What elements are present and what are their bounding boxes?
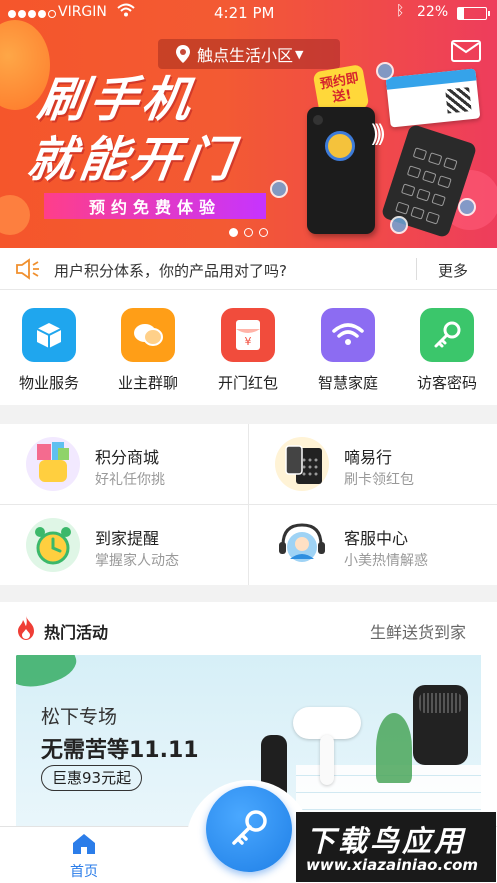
quick-action-door-red-envelope[interactable]: ¥ 开门红包 (203, 308, 293, 393)
quick-action-owner-chat[interactable]: 业主群聊 (103, 308, 193, 393)
pager-dot[interactable] (229, 228, 238, 237)
mail-icon[interactable] (451, 40, 481, 62)
key-icon (232, 810, 267, 845)
card-reader-icon (275, 437, 329, 491)
feature-title: 到家提醒 (95, 529, 160, 548)
hairdryer-handle (320, 735, 334, 785)
feature-subtitle: 刷卡领红包 (344, 472, 414, 488)
speaker-icon (16, 258, 39, 280)
banner-headline: 刷手机 就能开门 (23, 70, 249, 190)
feature-home-reminder[interactable]: 到家提醒 掌握家人动态 (0, 505, 248, 585)
feature-di-yi-xing[interactable]: 嘀易行 刷卡领红包 (249, 424, 497, 504)
feature-subtitle: 掌握家人动态 (95, 553, 179, 569)
promo-headline: 无需苦等11.11 (41, 738, 199, 763)
nfc-waves-icon: ))) (370, 120, 386, 148)
headset-agent-icon (275, 518, 329, 572)
chevron-down-icon: ▼ (295, 47, 304, 61)
location-name: 触点生活小区 (197, 46, 294, 65)
notice-more-link[interactable]: 更多 (438, 260, 468, 281)
promo-banner[interactable]: VIRGIN 4:21 PM ᛒ 22% 触点生活小区 ▼ 刷手机 就能开门 预… (0, 0, 497, 248)
box-icon (22, 308, 76, 362)
pager-dot[interactable] (259, 228, 268, 237)
signal-icon (8, 6, 58, 22)
key-icon (420, 308, 474, 362)
quick-action-label: 业主群聊 (117, 374, 178, 392)
notice-text[interactable]: 用户积分体系，你的产品用对了吗? (54, 260, 287, 281)
tab-home[interactable]: 首页 (58, 833, 110, 881)
decor-coin (458, 198, 476, 216)
svg-text:¥: ¥ (245, 335, 252, 348)
red-envelope-icon: ¥ (221, 308, 275, 362)
headline-line2: 就能开门 (23, 132, 240, 188)
feature-subtitle: 好礼任你挑 (95, 472, 165, 488)
section-title: 热门活动 (44, 623, 109, 642)
quick-actions: 物业服务 业主群聊 ¥ 开门红包 智慧家庭 访客密码 (0, 290, 497, 405)
banner-pager[interactable] (229, 228, 268, 237)
feature-points-mall[interactable]: 积分商城 好礼任你挑 (0, 424, 248, 504)
feature-grid: 积分商城 好礼任你挑 嘀易行 刷卡领红包 到家提醒 掌握家人动态 客服中心 小美… (0, 424, 497, 585)
quick-action-label: 智慧家庭 (317, 374, 378, 392)
decor-blob (0, 195, 30, 235)
decor-leaf (16, 655, 81, 696)
quick-action-label: 开门红包 (217, 374, 278, 392)
unlock-door-button[interactable] (206, 786, 292, 872)
watermark-title: 下载鸟应用 (306, 824, 467, 858)
quick-action-label: 物业服务 (18, 374, 79, 392)
clock: 4:21 PM (214, 4, 275, 22)
pager-dot[interactable] (244, 228, 253, 237)
battery-percent: 22% (417, 4, 449, 20)
battery-icon (457, 7, 490, 20)
bluetooth-icon: ᛒ (396, 3, 405, 19)
decor-coin (376, 62, 394, 80)
headline-line1: 刷手机 (34, 72, 199, 128)
panasonic-shaver-product-image (413, 685, 468, 765)
fresh-delivery-link[interactable]: 生鲜送货到家 (370, 619, 466, 643)
banner-cta: 预约免费体验 (44, 193, 266, 219)
chat-icon (121, 308, 175, 362)
status-bar: VIRGIN 4:21 PM ᛒ 22% (0, 0, 497, 28)
quick-action-smart-home[interactable]: 智慧家庭 (303, 308, 393, 393)
location-selector[interactable]: 触点生活小区 ▼ (158, 39, 340, 69)
site-watermark: 下载鸟应用 www.xiazainiao.com (296, 812, 496, 882)
wifi-icon (321, 308, 375, 362)
feature-customer-service[interactable]: 客服中心 小美热情解惑 (249, 505, 497, 585)
feature-title: 客服中心 (344, 529, 409, 548)
decor-coin (390, 216, 408, 234)
access-card-illustration (385, 68, 481, 128)
decor-coin (270, 180, 288, 198)
feature-subtitle: 小美热情解惑 (344, 553, 428, 569)
location-pin-icon (176, 45, 190, 63)
feature-title: 积分商城 (95, 448, 160, 467)
tab-home-label: 首页 (70, 864, 98, 880)
flame-icon (18, 616, 34, 640)
notice-bar[interactable]: 用户积分体系，你的产品用对了吗? 更多 (0, 248, 497, 290)
gift-basket-icon (26, 437, 80, 491)
quick-action-property-service[interactable]: 物业服务 (4, 308, 94, 393)
phone-illustration (307, 107, 375, 234)
home-icon (73, 834, 95, 854)
quick-action-visitor-password[interactable]: 访客密码 (402, 308, 492, 393)
quick-action-label: 访客密码 (416, 374, 477, 392)
feature-title: 嘀易行 (344, 448, 393, 467)
wifi-status-icon (117, 3, 135, 17)
divider (416, 258, 417, 280)
alarm-clock-icon (26, 518, 80, 572)
carrier-name: VIRGIN (58, 4, 107, 20)
promo-price-tag: 巨惠93元起 (41, 765, 143, 791)
watermark-url: www.xiazainiao.com (306, 856, 479, 874)
promo-title: 松下专场 (41, 706, 118, 728)
decor-plant (376, 713, 412, 783)
